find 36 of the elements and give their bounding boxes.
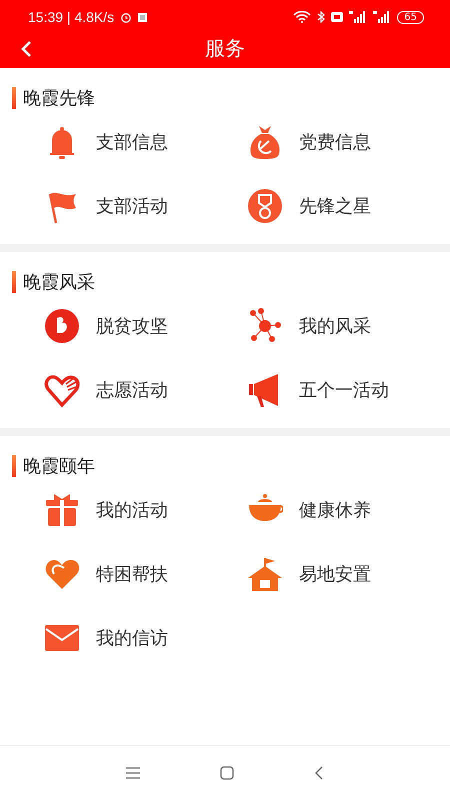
badge-icon — [44, 308, 80, 344]
heart-hand-icon — [44, 372, 80, 408]
service-item[interactable]: 先锋之星 — [247, 174, 450, 238]
service-item[interactable]: 我的活动 — [44, 478, 247, 542]
wifi-icon — [293, 11, 312, 23]
status-time: 15:39 | 4.8K/s — [28, 9, 114, 25]
gift-icon — [44, 492, 80, 528]
alarm-icon — [120, 11, 132, 23]
section-title: 晚霞先锋 — [23, 87, 95, 110]
house-icon — [247, 556, 283, 592]
hd-icon — [331, 12, 344, 22]
bluetooth-icon — [317, 11, 326, 23]
service-item[interactable]: 易地安置 — [247, 542, 450, 606]
service-item[interactable]: 志愿活动 — [44, 358, 247, 422]
home-icon[interactable] — [220, 766, 234, 780]
service-item[interactable]: 支部活动 — [44, 174, 247, 238]
signal-icon — [349, 11, 368, 23]
service-item[interactable]: 健康休养 — [247, 478, 450, 542]
service-item[interactable]: 支部信息 — [44, 110, 247, 174]
service-item[interactable]: 我的风采 — [247, 294, 450, 358]
back-icon — [20, 40, 32, 58]
notification-icon — [138, 12, 148, 22]
service-item[interactable]: 特困帮扶 — [44, 542, 247, 606]
network-icon — [247, 308, 283, 344]
service-item[interactable]: 五个一活动 — [247, 358, 450, 422]
menu-icon[interactable] — [126, 767, 140, 779]
section-title: 晚霞颐年 — [23, 455, 95, 478]
service-item[interactable]: 党费信息 — [247, 110, 450, 174]
page-title: 服务 — [205, 34, 245, 62]
medal-icon — [247, 188, 283, 224]
battery-level: 65 — [397, 10, 424, 24]
signal-icon — [373, 11, 392, 23]
back-icon[interactable] — [314, 766, 324, 780]
service-item[interactable]: 脱贫攻坚 — [44, 294, 247, 358]
service-item[interactable]: 我的信访 — [44, 606, 247, 670]
section-title: 晚霞风采 — [23, 271, 95, 294]
